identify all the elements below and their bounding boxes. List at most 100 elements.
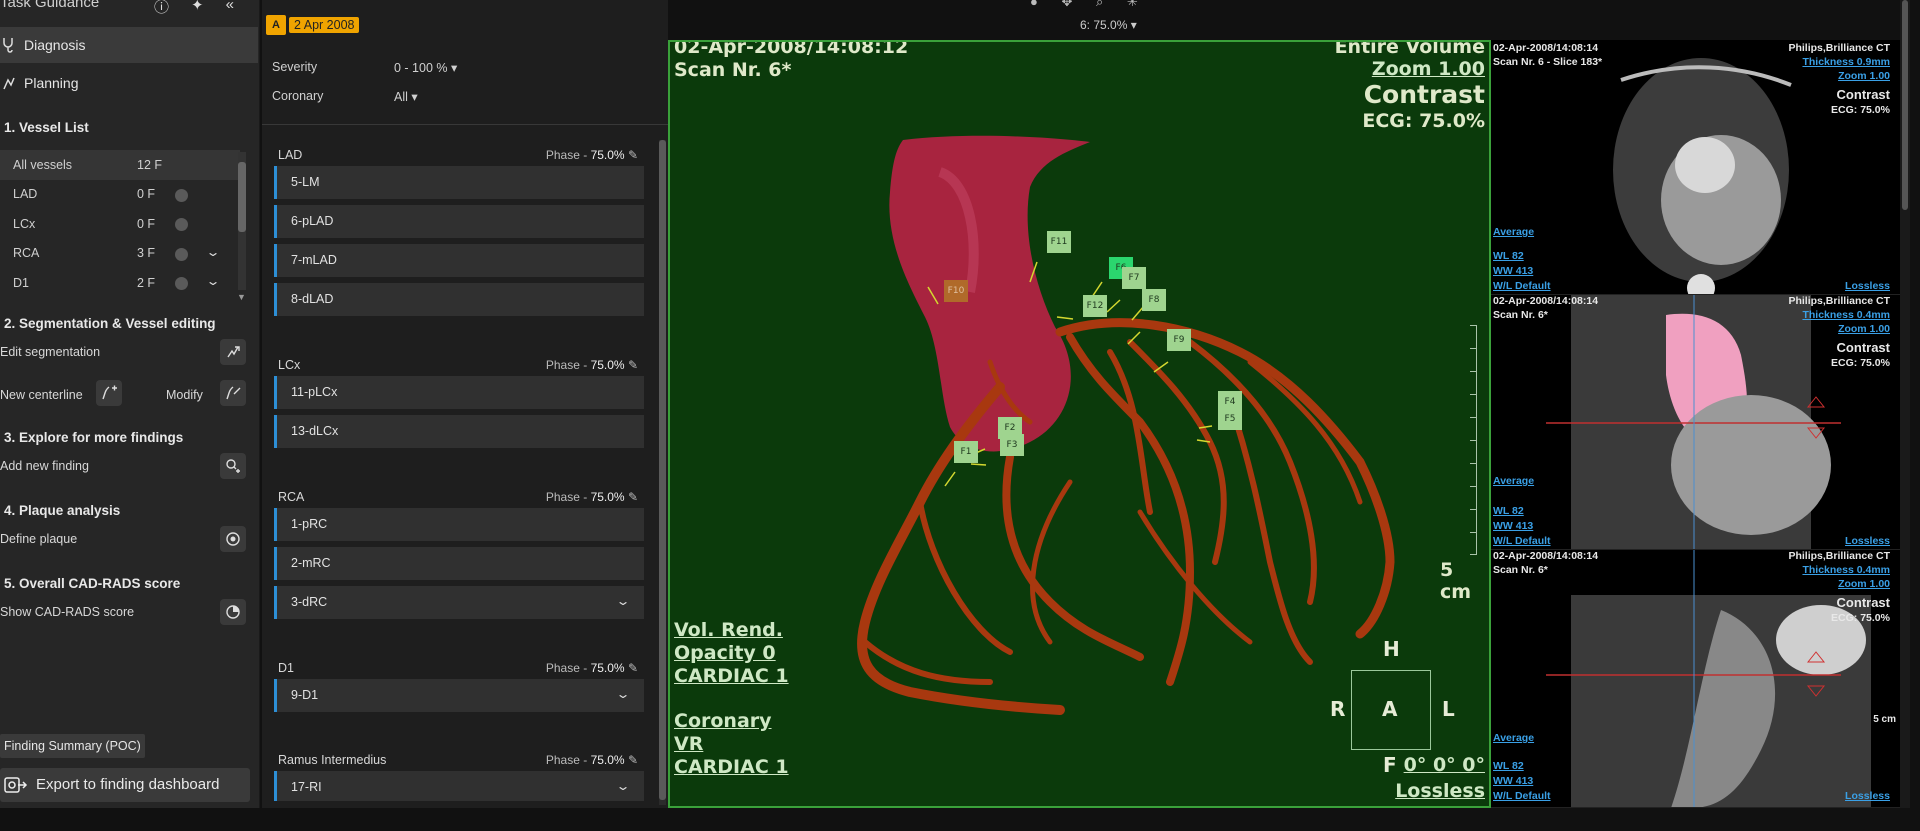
rotation-angles-link[interactable]: 0° 0° 0° [1404, 754, 1485, 776]
finding-marker[interactable]: F12 [1083, 295, 1107, 317]
wl-link[interactable]: WL 82 [1493, 760, 1524, 772]
thickness-link[interactable]: Thickness 0.4mm [1802, 309, 1890, 321]
finding-marker[interactable]: F11 [1047, 231, 1071, 253]
segment-row[interactable]: 13-dLCx [274, 415, 644, 448]
segment-row[interactable]: 3-dRC ⌄ [274, 586, 644, 619]
new-centerline-button[interactable] [96, 380, 122, 406]
add-finding-button[interactable] [220, 453, 246, 479]
define-plaque-button[interactable] [220, 526, 246, 552]
axial-viewport[interactable]: 02-Apr-2008/14:08:14 Scan Nr. 6 - Slice … [1491, 40, 1904, 295]
rotate-icon[interactable]: ✳ [1127, 0, 1138, 9]
opacity-link[interactable]: Opacity 0 [674, 642, 776, 664]
scrollbar-thumb[interactable] [1902, 0, 1908, 210]
vessel-row-lad[interactable]: LAD 0 F [0, 180, 240, 210]
compression-link[interactable]: Lossless [1845, 535, 1890, 547]
chevron-down-icon[interactable]: ⌄ [615, 594, 630, 608]
study-date-chip[interactable]: A 2 Apr 2008 [266, 15, 360, 35]
show-cadrads-button[interactable] [220, 599, 246, 625]
compression-link[interactable]: Lossless [1845, 790, 1890, 802]
segment-row[interactable]: 1-pRC [274, 508, 644, 541]
export-dashboard-button[interactable]: Export to finding dashboard [0, 768, 250, 802]
visibility-dot[interactable] [175, 277, 188, 290]
finding-marker[interactable]: F1 [954, 441, 978, 463]
visibility-dot[interactable] [175, 188, 188, 202]
findings-scrollbar[interactable] [659, 140, 666, 805]
render-mode-link[interactable]: Vol. Rend. [674, 619, 783, 641]
cardiac-preset-link[interactable]: CARDIAC 1 [674, 665, 789, 687]
ww-link[interactable]: WW 413 [1493, 775, 1533, 787]
vessel-row-all[interactable]: All vessels 12 F [0, 150, 240, 180]
scrollbar-thumb[interactable] [238, 162, 246, 232]
average-link[interactable]: Average [1493, 226, 1534, 238]
wl-default-link[interactable]: W/L Default [1493, 790, 1551, 802]
wl-link[interactable]: WL 82 [1493, 250, 1524, 262]
volume-render-viewport[interactable]: F11 F6 F7 F8 F12 F9 F10 F4 F5 F2 F3 F1 0… [668, 40, 1491, 808]
zoom-icon[interactable]: ⌕ [1096, 0, 1103, 9]
compression-link[interactable]: Lossless [1845, 280, 1890, 292]
chevron-down-icon[interactable]: ⌄ [205, 245, 220, 259]
compression-link[interactable]: Lossless [1395, 780, 1485, 802]
pin-icon[interactable]: ✦ [191, 0, 204, 17]
nav-diagnosis[interactable]: Diagnosis [0, 27, 258, 63]
help-icon[interactable]: ⓘ [154, 0, 169, 17]
segment-row[interactable]: 8-dLAD [274, 283, 644, 316]
phase-selector[interactable]: 6: 75.0% ▾ [1080, 18, 1137, 32]
scroll-down-icon[interactable]: ▼ [237, 292, 246, 302]
scrollbar-thumb[interactable] [659, 140, 666, 800]
ww-link[interactable]: WW 413 [1493, 520, 1533, 532]
nav-planning[interactable]: Planning [0, 65, 258, 101]
edit-pencil-icon[interactable]: ✎ [628, 753, 638, 767]
severity-dropdown[interactable]: 0 - 100 % ▾ [394, 60, 457, 75]
vessel-list-scrollbar[interactable]: ▼ [237, 152, 246, 302]
visibility-dot[interactable] [175, 218, 188, 231]
modify-centerline-button[interactable] [220, 380, 246, 406]
average-link[interactable]: Average [1493, 475, 1534, 487]
chevron-down-icon[interactable]: ⌄ [205, 274, 220, 288]
wl-link[interactable]: WL 82 [1493, 505, 1524, 517]
zoom-link[interactable]: Zoom 1.00 [1838, 578, 1890, 590]
segment-row[interactable]: 17-RI ⌄ [274, 771, 644, 801]
segment-row[interactable]: 2-mRC [274, 547, 644, 580]
segment-row[interactable]: 5-LM [274, 166, 644, 199]
coronary-link[interactable]: Coronary [674, 710, 772, 732]
move-icon[interactable]: ✥ [1061, 0, 1072, 9]
average-link[interactable]: Average [1493, 732, 1534, 744]
cardiac-link[interactable]: CARDIAC 1 [674, 756, 789, 778]
finding-summary-button[interactable]: Finding Summary (POC) [0, 734, 145, 758]
edit-segmentation-button[interactable] [220, 339, 246, 365]
visibility-dot[interactable] [175, 247, 188, 261]
finding-marker[interactable]: F9 [1167, 329, 1191, 351]
ww-link[interactable]: WW 413 [1493, 265, 1533, 277]
vessel-row-d1[interactable]: D1 2 F ⌄ [0, 268, 240, 298]
pointer-icon[interactable]: ● [1030, 0, 1038, 9]
vessel-row-rca[interactable]: RCA 3 F ⌄ [0, 239, 240, 269]
segment-row[interactable]: 7-mLAD [274, 244, 644, 277]
thickness-link[interactable]: Thickness 0.9mm [1802, 56, 1890, 68]
coronal-viewport[interactable]: 02-Apr-2008/14:08:14 Scan Nr. 6* Philips… [1491, 295, 1904, 550]
wl-default-link[interactable]: W/L Default [1493, 280, 1551, 292]
zoom-link[interactable]: Zoom 1.00 [1372, 58, 1485, 80]
viewport-scrollbar[interactable] [1900, 0, 1910, 808]
segment-row[interactable]: 6-pLAD [274, 205, 644, 238]
finding-marker[interactable]: F7 [1122, 267, 1146, 289]
zoom-link[interactable]: Zoom 1.00 [1838, 70, 1890, 82]
finding-marker[interactable]: F3 [1000, 434, 1024, 456]
segment-row[interactable]: 11-pLCx [274, 376, 644, 409]
wl-default-link[interactable]: W/L Default [1493, 535, 1551, 547]
zoom-link[interactable]: Zoom 1.00 [1838, 323, 1890, 335]
finding-marker[interactable]: F8 [1142, 289, 1166, 311]
coronary-dropdown[interactable]: All ▾ [394, 89, 418, 104]
vr-link[interactable]: VR [674, 733, 703, 755]
edit-pencil-icon[interactable]: ✎ [628, 148, 638, 162]
finding-marker[interactable]: F5 [1218, 408, 1242, 430]
segment-row[interactable]: 9-D1 ⌄ [274, 679, 644, 712]
edit-pencil-icon[interactable]: ✎ [628, 490, 638, 504]
thickness-link[interactable]: Thickness 0.4mm [1802, 564, 1890, 576]
sagittal-viewport[interactable]: 02-Apr-2008/14:08:14 Scan Nr. 6* Philips… [1491, 550, 1904, 808]
edit-pencil-icon[interactable]: ✎ [628, 661, 638, 675]
collapse-icon[interactable]: « [226, 0, 234, 17]
finding-marker[interactable]: F10 [944, 280, 968, 302]
chevron-down-icon[interactable]: ⌄ [615, 687, 630, 701]
chevron-down-icon[interactable]: ⌄ [615, 779, 630, 793]
edit-pencil-icon[interactable]: ✎ [628, 358, 638, 372]
